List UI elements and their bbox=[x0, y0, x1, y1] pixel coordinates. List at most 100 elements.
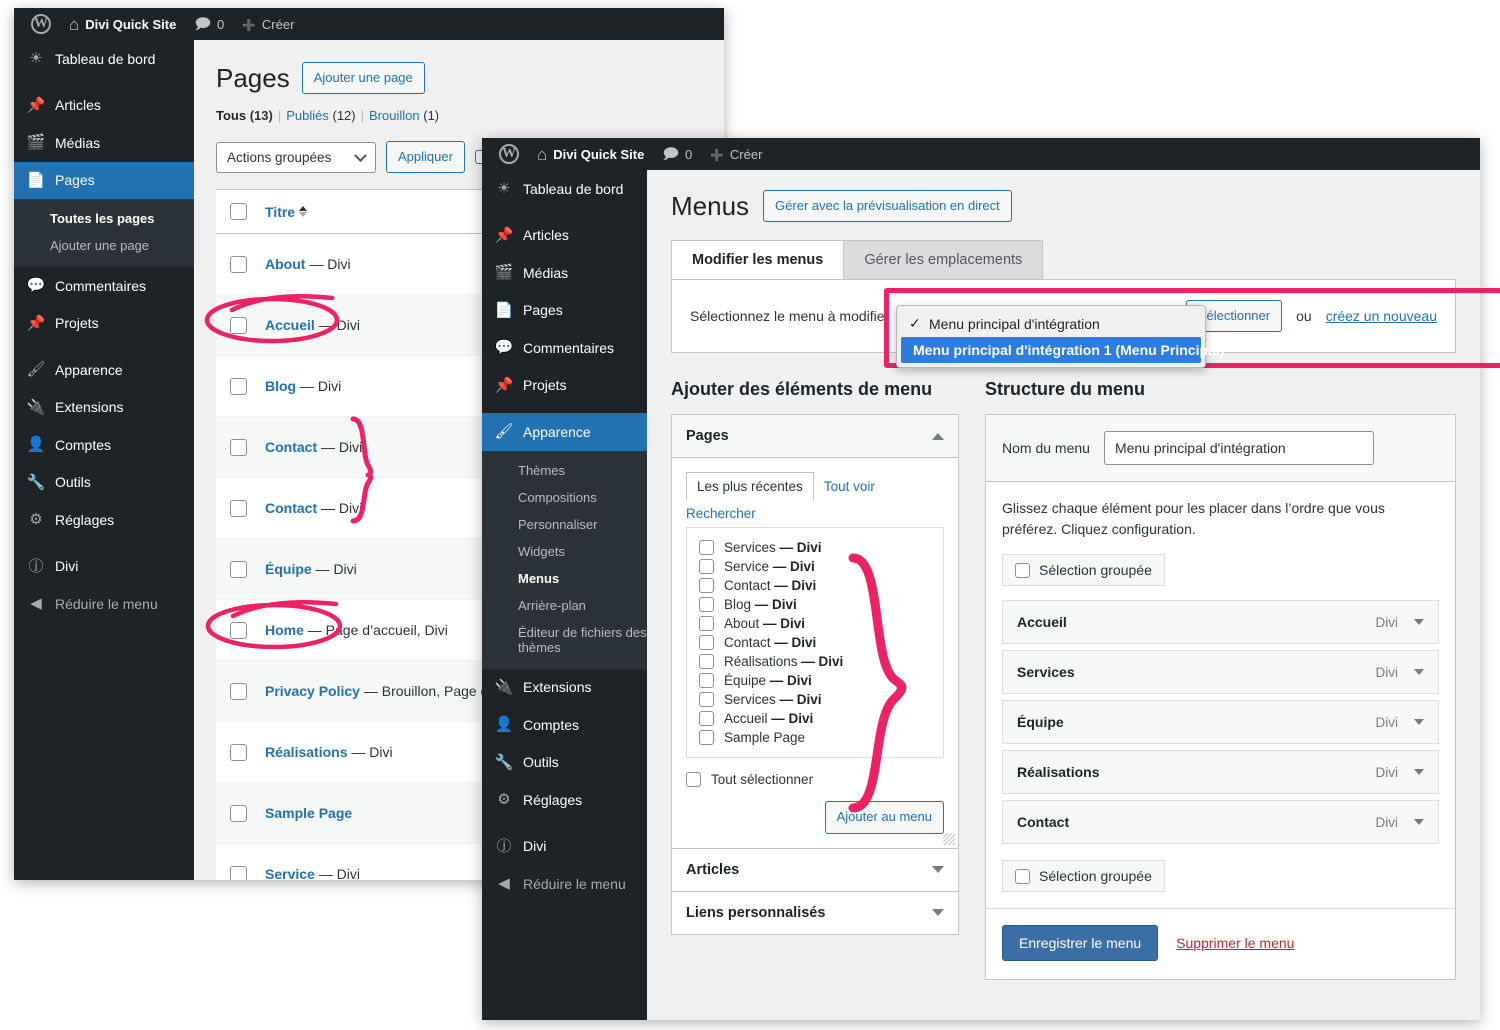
comments-bubble[interactable]: 0 bbox=[185, 8, 233, 40]
submenu-item-th-mes[interactable]: Thèmes bbox=[482, 457, 647, 484]
sidebar-item-comptes[interactable]: 👤 Comptes bbox=[14, 426, 194, 464]
new-content-menu[interactable]: Créer bbox=[233, 8, 303, 40]
column-header-titre[interactable]: Titre bbox=[265, 204, 308, 220]
page-item-checkbox[interactable] bbox=[699, 730, 714, 746]
page-list-item[interactable]: Accueil — Divi bbox=[699, 709, 931, 728]
sidebar-item-extensions[interactable]: 🔌 Extensions bbox=[14, 389, 194, 427]
sidebar-item-articles[interactable]: 📌 Articles bbox=[482, 217, 647, 255]
comments-bubble[interactable]: 0 bbox=[653, 138, 701, 170]
menu-structure-item[interactable]: Équipe Divi bbox=[1002, 700, 1439, 745]
sidebar-item-divi[interactable]: ⓙ Divi bbox=[482, 828, 647, 866]
create-new-menu-link[interactable]: créez un nouveau bbox=[1326, 308, 1437, 324]
articles-accordion-panel[interactable]: Articles bbox=[671, 848, 959, 892]
menu-structure-item[interactable]: Accueil Divi bbox=[1002, 600, 1439, 645]
sidebar-item-tableau-de-bord[interactable]: ☀ Tableau de bord bbox=[14, 40, 194, 78]
page-item-checkbox[interactable] bbox=[699, 559, 714, 575]
row-checkbox[interactable] bbox=[230, 438, 247, 456]
page-item-checkbox[interactable] bbox=[699, 692, 714, 708]
submenu-item-arri-re-plan[interactable]: Arrière-plan bbox=[482, 592, 647, 619]
resize-grip-icon[interactable] bbox=[943, 832, 955, 845]
tab-les-plus-recentes[interactable]: Les plus récentes bbox=[686, 472, 814, 502]
row-checkbox[interactable] bbox=[230, 743, 247, 761]
page-list-item[interactable]: Réalisations — Divi bbox=[699, 652, 931, 671]
select-all-checkbox[interactable] bbox=[230, 203, 247, 221]
page-list-item[interactable]: Équipe — Divi bbox=[699, 671, 931, 690]
submenu-item-personnaliser[interactable]: Personnaliser bbox=[482, 511, 647, 538]
row-checkbox[interactable] bbox=[230, 865, 247, 880]
page-list-item[interactable]: Sample Page bbox=[699, 728, 931, 747]
sidebar-item-commentaires[interactable]: 💬 Commentaires bbox=[482, 329, 647, 367]
delete-menu-link[interactable]: Supprimer le menu bbox=[1176, 935, 1294, 951]
sidebar-item-reglages[interactable]: ⚙ Réglages bbox=[14, 501, 194, 539]
page-item-checkbox[interactable] bbox=[699, 673, 714, 689]
sidebar-item-reglages[interactable]: ⚙ Réglages bbox=[482, 781, 647, 819]
page-item-checkbox[interactable] bbox=[699, 616, 714, 632]
page-item-checkbox[interactable] bbox=[699, 578, 714, 594]
sidebar-item-comptes[interactable]: 👤 Comptes bbox=[482, 706, 647, 744]
menu-structure-item[interactable]: Contact Divi bbox=[1002, 800, 1439, 845]
group-select-top[interactable]: Sélection groupée bbox=[1002, 554, 1165, 587]
tab-modifier-les-menus[interactable]: Modifier les menus bbox=[671, 240, 845, 280]
submenu-item-diteur-de-fichiers-des-th-mes[interactable]: Éditeur de fichiers des thèmes bbox=[482, 619, 647, 661]
page-list-item[interactable]: About — Divi bbox=[699, 614, 931, 633]
submenu-item-widgets[interactable]: Widgets bbox=[482, 538, 647, 565]
sidebar-item-extensions[interactable]: 🔌 Extensions bbox=[482, 669, 647, 707]
select-all-pages-checkbox[interactable] bbox=[686, 772, 701, 788]
sidebar-item-commentaires[interactable]: 💬 Commentaires bbox=[14, 267, 194, 305]
submenu-item-toutes-les-pages[interactable]: Toutes les pages bbox=[14, 205, 194, 232]
row-title-link[interactable]: Service bbox=[265, 866, 315, 880]
row-checkbox[interactable] bbox=[230, 255, 247, 273]
tab-gerer-les-emplacements[interactable]: Gérer les emplacements bbox=[843, 240, 1044, 280]
row-title-link[interactable]: Sample Page bbox=[265, 805, 352, 821]
filter-brouillon[interactable]: Brouillon bbox=[369, 108, 420, 123]
sidebar-item-pages[interactable]: 📄 Pages bbox=[482, 292, 647, 330]
sidebar-item-articles[interactable]: 📌 Articles bbox=[14, 87, 194, 125]
row-checkbox[interactable] bbox=[230, 377, 247, 395]
chevron-down-icon[interactable] bbox=[1414, 669, 1424, 676]
row-checkbox[interactable] bbox=[230, 804, 247, 822]
menu-select-dropdown[interactable]: ✓ Menu principal d'intégration Menu prin… bbox=[896, 305, 1224, 368]
wp-logo-menu[interactable]: W bbox=[22, 8, 60, 40]
sidebar-item-apparence[interactable]: 🖌 Apparence bbox=[482, 413, 647, 451]
sidebar-item-outils[interactable]: 🔧 Outils bbox=[482, 744, 647, 782]
add-to-menu-button[interactable]: Ajouter au menu bbox=[824, 801, 944, 834]
group-select-bottom[interactable]: Sélection groupée bbox=[1002, 860, 1165, 893]
new-content-menu[interactable]: Créer bbox=[701, 138, 771, 170]
tab-rechercher[interactable]: Rechercher bbox=[686, 500, 944, 527]
page-list-item[interactable]: Services — Divi bbox=[699, 690, 931, 709]
sidebar-item-reduire-le-menu[interactable]: ◀ Réduire le menu bbox=[14, 585, 194, 623]
apply-button[interactable]: Appliquer bbox=[386, 141, 465, 174]
page-item-checkbox[interactable] bbox=[699, 635, 714, 651]
row-title-link[interactable]: Réalisations bbox=[265, 744, 347, 760]
submenu-item-ajouter-une-page[interactable]: Ajouter une page bbox=[14, 232, 194, 259]
sidebar-item-reduire-le-menu[interactable]: ◀ Réduire le menu bbox=[482, 865, 647, 903]
menu-structure-item[interactable]: Services Divi bbox=[1002, 650, 1439, 695]
sidebar-item-outils[interactable]: 🔧 Outils bbox=[14, 464, 194, 502]
site-name-menu[interactable]: Divi Quick Site bbox=[60, 8, 185, 40]
page-item-checkbox[interactable] bbox=[699, 540, 714, 556]
filter-tous[interactable]: Tous (13) bbox=[216, 108, 273, 123]
chevron-down-icon[interactable] bbox=[1414, 819, 1424, 826]
row-title-link[interactable]: Accueil bbox=[265, 317, 315, 333]
sidebar-item-tableau-de-bord[interactable]: ☀ Tableau de bord bbox=[482, 170, 647, 208]
wp-logo-menu[interactable]: W bbox=[490, 138, 528, 170]
sidebar-item-medias[interactable]: 🎬 Médias bbox=[14, 124, 194, 162]
tab-tout-voir[interactable]: Tout voir bbox=[814, 473, 885, 500]
filter-publies[interactable]: Publiés bbox=[286, 108, 329, 123]
sidebar-item-projets[interactable]: 📌 Projets bbox=[482, 367, 647, 405]
menu-structure-item[interactable]: Réalisations Divi bbox=[1002, 750, 1439, 795]
page-item-checkbox[interactable] bbox=[699, 654, 714, 670]
row-title-link[interactable]: Privacy Policy bbox=[265, 683, 360, 699]
row-title-link[interactable]: Contact bbox=[265, 439, 317, 455]
menu-name-input[interactable]: Menu principal d'intégration bbox=[1103, 431, 1374, 466]
sidebar-item-divi[interactable]: ⓙ Divi bbox=[14, 548, 194, 586]
row-checkbox[interactable] bbox=[230, 682, 247, 700]
row-checkbox[interactable] bbox=[230, 499, 247, 517]
row-title-link[interactable]: About bbox=[265, 256, 305, 272]
chevron-down-icon[interactable] bbox=[1414, 719, 1424, 726]
dropdown-option-0[interactable]: ✓ Menu principal d'intégration bbox=[897, 310, 1205, 337]
pages-panel-header[interactable]: Pages bbox=[672, 415, 958, 459]
live-preview-button[interactable]: Gérer avec la prévisualisation en direct bbox=[763, 190, 1012, 223]
chevron-down-icon[interactable] bbox=[1414, 769, 1424, 776]
page-list-item[interactable]: Service — Divi bbox=[699, 557, 931, 576]
